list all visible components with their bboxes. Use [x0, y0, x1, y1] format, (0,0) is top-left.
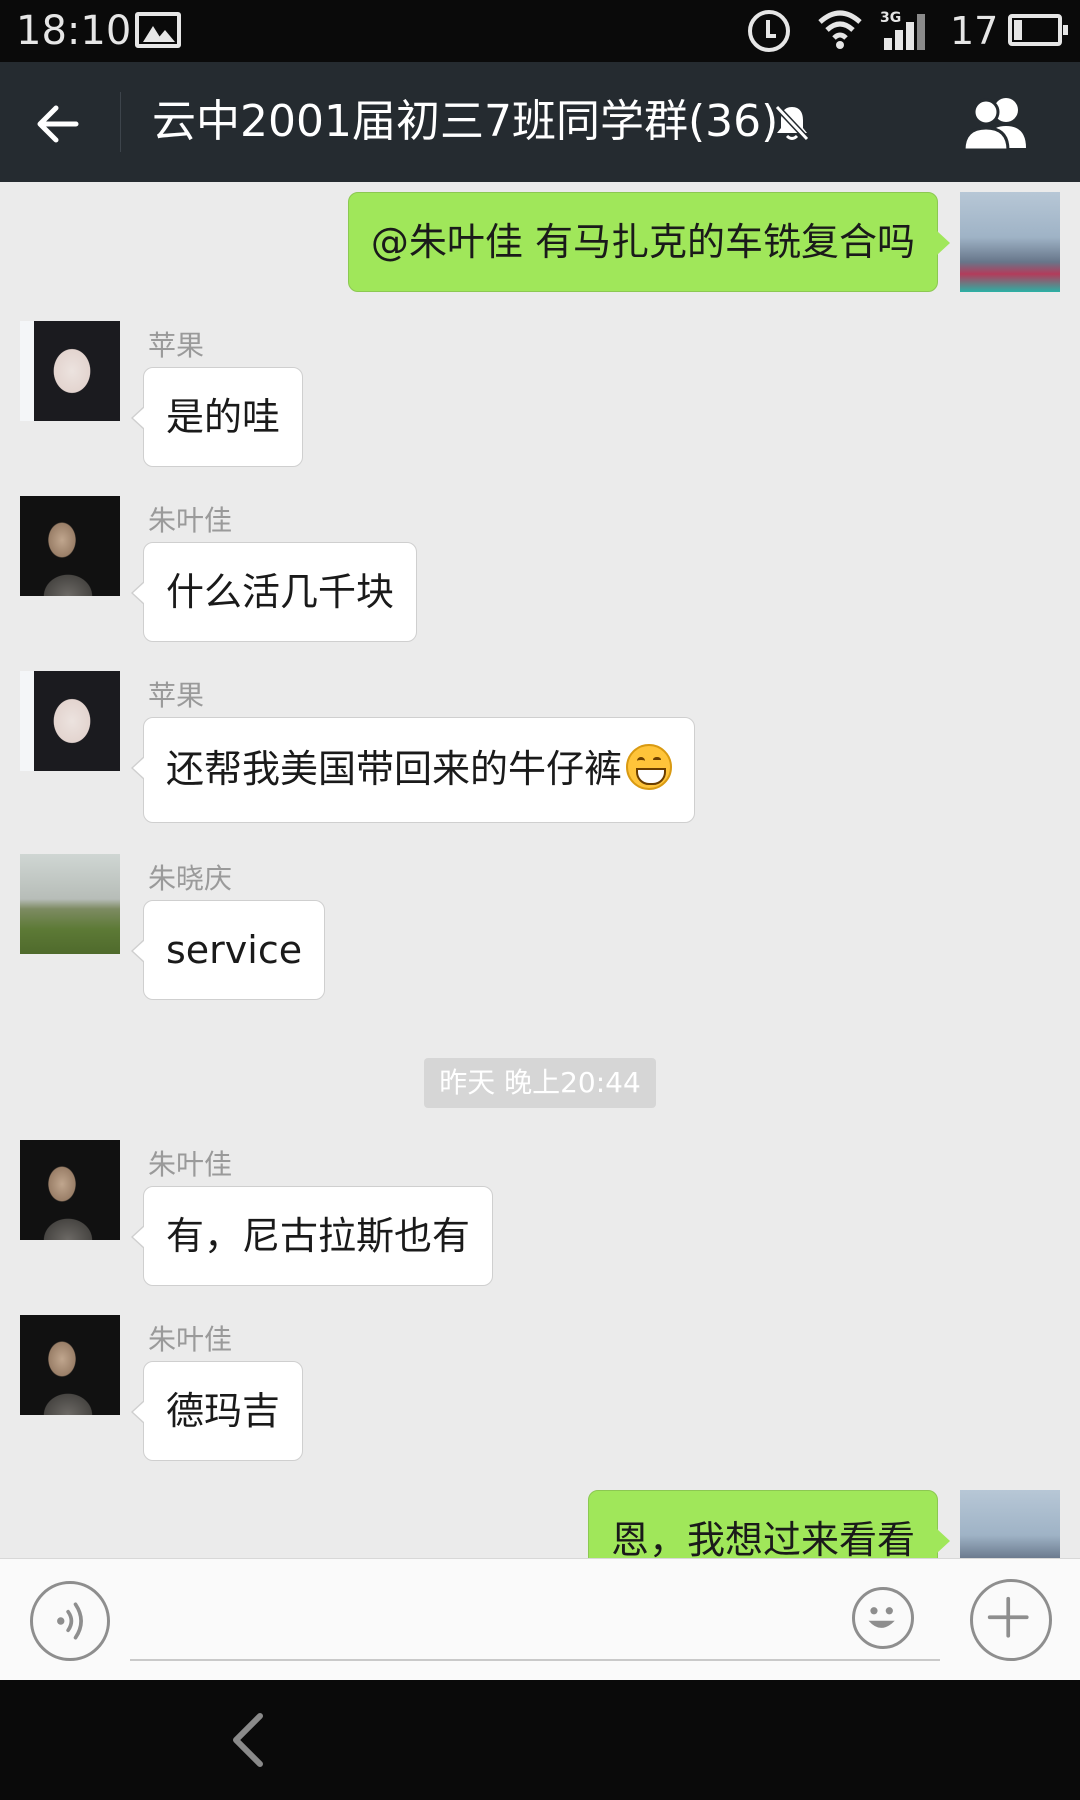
sender-name: 朱晓庆 — [148, 862, 233, 895]
battery-level: 17 — [950, 9, 999, 53]
message-text: 有，尼古拉斯也有 — [166, 1214, 471, 1258]
avatar-朱叶佳[interactable] — [20, 1315, 120, 1415]
my-avatar[interactable] — [960, 192, 1060, 292]
sender-name: 朱叶佳 — [148, 1148, 233, 1181]
outgoing-message-bubble[interactable]: @朱叶佳 有马扎克的车铣复合吗 — [347, 192, 951, 292]
avatar-苹果[interactable] — [20, 671, 120, 771]
sender-name: 朱叶佳 — [148, 504, 233, 537]
message-text: 是的哇 — [166, 395, 281, 439]
nav-back-icon[interactable] — [220, 1708, 280, 1772]
voice-icon[interactable] — [30, 1581, 110, 1661]
incoming-message-bubble[interactable]: 是的哇 — [130, 367, 304, 467]
image-notification-icon — [135, 12, 181, 48]
chat-title: 云中2001届初三7班同学群(36) — [152, 96, 779, 147]
message-list[interactable]: @朱叶佳 有马扎克的车铣复合吗 苹果 是的哇 朱叶佳 什么活几千块 苹果 还帮我… — [0, 182, 1080, 1558]
my-avatar[interactable] — [960, 1490, 1060, 1558]
sender-name: 苹果 — [148, 329, 205, 362]
incoming-message-bubble[interactable]: 德玛吉 — [130, 1361, 304, 1461]
message-text: 德玛吉 — [166, 1389, 281, 1433]
message-text: 恩，我想过来看看 — [610, 1518, 915, 1558]
bell-off-icon — [774, 104, 810, 142]
message-text: service — [166, 928, 303, 972]
incoming-message-bubble[interactable]: 什么活几千块 — [130, 542, 418, 642]
incoming-message-bubble[interactable]: 有，尼古拉斯也有 — [130, 1186, 494, 1286]
group-icon[interactable] — [962, 94, 1034, 150]
sender-name: 苹果 — [148, 679, 205, 712]
message-text: @朱叶佳 有马扎克的车铣复合吗 — [370, 220, 915, 264]
avatar-朱晓庆[interactable] — [20, 854, 120, 954]
sender-name: 朱叶佳 — [148, 1323, 233, 1356]
avatar-苹果[interactable] — [20, 321, 120, 421]
incoming-message-bubble[interactable]: 还帮我美国带回来的牛仔裤 — [130, 717, 696, 823]
alarm-icon — [748, 10, 790, 52]
grinning-face-emoji-icon — [626, 744, 673, 790]
arrow-left-icon[interactable] — [30, 96, 86, 152]
incoming-message-bubble[interactable]: service — [130, 900, 326, 1000]
smiley-icon[interactable] — [852, 1587, 914, 1649]
outgoing-message-bubble[interactable]: 恩，我想过来看看 — [587, 1490, 951, 1558]
battery-icon — [1008, 14, 1068, 46]
time-divider: 昨天 晚上20:44 — [424, 1058, 656, 1108]
plus-icon[interactable] — [970, 1579, 1052, 1661]
message-text: 还帮我美国带回来的牛仔裤 — [166, 747, 623, 791]
status-time: 18:10 — [16, 8, 132, 54]
status-bar: 18:10 3G 17 — [0, 0, 1080, 62]
navigation-bar — [0, 1680, 1080, 1800]
wifi-icon — [818, 10, 862, 49]
message-text: 什么活几千块 — [166, 570, 395, 614]
header-divider — [120, 92, 121, 152]
avatar-朱叶佳[interactable] — [20, 496, 120, 596]
message-input[interactable] — [130, 1659, 940, 1661]
input-bar — [0, 1558, 1080, 1680]
chat-header: 云中2001届初三7班同学群(36) — [0, 62, 1080, 182]
signal-icon — [884, 14, 934, 50]
avatar-朱叶佳[interactable] — [20, 1140, 120, 1240]
